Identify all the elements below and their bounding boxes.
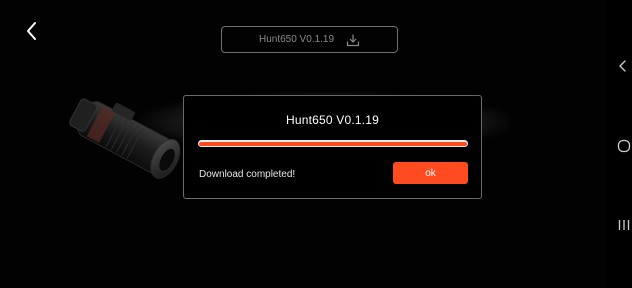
download-progress-fill [199, 141, 467, 146]
home-circle-icon[interactable] [617, 139, 631, 153]
recent-apps-icon[interactable] [617, 218, 631, 232]
download-dialog: Hunt650 V0.1.19 Download completed! ok [183, 95, 482, 199]
firmware-download-chip[interactable]: Hunt650 V0.1.19 [221, 26, 398, 53]
download-icon [346, 34, 360, 46]
ok-button[interactable]: ok [393, 162, 468, 184]
chevron-left-icon [27, 22, 36, 40]
thermal-scope-image [69, 98, 181, 179]
download-progress-bar [198, 140, 468, 147]
firmware-label: Hunt650 V0.1.19 [258, 34, 335, 45]
back-button[interactable] [22, 20, 42, 42]
back-arrow-icon[interactable] [617, 59, 629, 73]
app-area: Hunt650 V0.1.19 Hunt650 V0.1.19 Download… [0, 0, 606, 288]
download-status-text: Download completed! [199, 169, 296, 180]
dialog-title: Hunt650 V0.1.19 [285, 113, 380, 127]
device-screen: Hunt650 V0.1.19 Hunt650 V0.1.19 Download… [0, 0, 632, 288]
